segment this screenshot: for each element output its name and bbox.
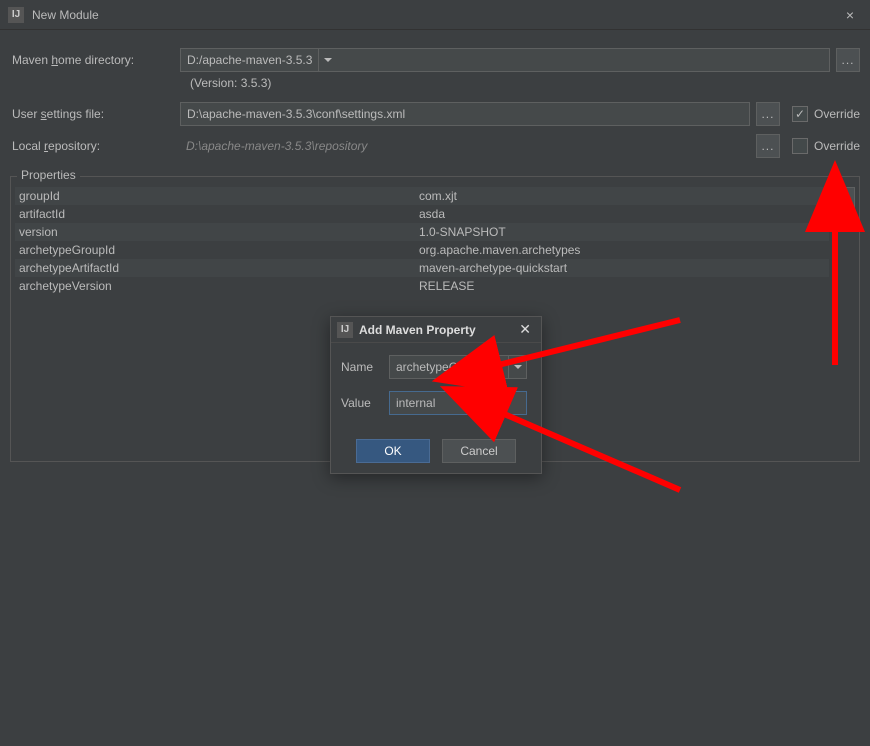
property-value: maven-archetype-quickstart [419,261,825,275]
maven-home-row: Maven home directory: D:/apache-maven-3.… [10,48,860,72]
user-settings-row: User settings file: D:\apache-maven-3.5.… [10,102,860,126]
table-row[interactable]: artifactId asda [15,205,829,223]
window-title: New Module [32,8,838,22]
close-icon[interactable]: × [838,7,862,23]
maven-home-browse-button[interactable]: ... [836,48,860,72]
maven-config-form: Maven home directory: D:/apache-maven-3.… [0,30,870,170]
app-icon: IJ [8,7,24,23]
property-key: groupId [19,189,419,203]
property-value: RELEASE [419,279,825,293]
name-value: archetypeCatalog [396,360,490,374]
dialog-title: Add Maven Property [359,323,515,337]
value-value: internal [396,396,435,410]
table-row[interactable]: groupId com.xjt [15,187,829,205]
user-settings-label: User settings file: [10,107,180,121]
user-settings-input[interactable]: D:\apache-maven-3.5.3\conf\settings.xml [180,102,750,126]
app-icon: IJ [337,322,353,338]
property-value: 1.0-SNAPSHOT [419,225,825,239]
chevron-down-icon[interactable] [508,356,526,378]
user-settings-override-checkbox[interactable] [792,106,808,122]
property-key: version [19,225,419,239]
local-repo-override-checkbox[interactable] [792,138,808,154]
maven-version-note: (Version: 3.5.3) [190,76,860,90]
table-row[interactable]: archetypeVersion RELEASE [15,277,829,295]
chevron-down-icon[interactable] [318,49,336,71]
local-repo-row: Local repository: D:\apache-maven-3.5.3\… [10,134,860,158]
property-key: archetypeVersion [19,279,419,293]
property-key: archetypeGroupId [19,243,419,257]
user-settings-override-label: Override [814,107,860,121]
property-value: org.apache.maven.archetypes [419,243,825,257]
value-input[interactable]: internal [389,391,527,415]
local-repo-label: Local repository: [10,139,180,153]
property-value: asda [419,207,825,221]
maven-home-combo[interactable]: D:/apache-maven-3.5.3 [180,48,830,72]
table-row[interactable]: archetypeArtifactId maven-archetype-quic… [15,259,829,277]
maven-home-value: D:/apache-maven-3.5.3 [187,53,312,67]
table-row[interactable]: version 1.0-SNAPSHOT [15,223,829,241]
local-repo-browse-button[interactable]: ... [756,134,780,158]
titlebar: IJ New Module × [0,0,870,30]
add-maven-property-dialog: IJ Add Maven Property ✕ Name archetypeCa… [330,316,542,474]
user-settings-browse-button[interactable]: ... [756,102,780,126]
ok-button[interactable]: OK [356,439,430,463]
dialog-titlebar: IJ Add Maven Property ✕ [331,317,541,343]
value-label: Value [341,396,389,410]
name-label: Name [341,360,389,374]
property-key: artifactId [19,207,419,221]
name-combo[interactable]: archetypeCatalog [389,355,527,379]
property-value: com.xjt [419,189,825,203]
local-repo-input[interactable]: D:\apache-maven-3.5.3\repository [180,134,750,158]
table-row[interactable]: archetypeGroupId org.apache.maven.archet… [15,241,829,259]
close-icon[interactable]: ✕ [515,321,535,338]
user-settings-value: D:\apache-maven-3.5.3\conf\settings.xml [187,107,405,121]
properties-legend: Properties [17,168,80,182]
add-property-button[interactable]: + [833,187,855,209]
cancel-button[interactable]: Cancel [442,439,516,463]
maven-home-label: Maven home directory: [10,53,180,67]
property-key: archetypeArtifactId [19,261,419,275]
local-repo-value: D:\apache-maven-3.5.3\repository [186,139,367,153]
local-repo-override-label: Override [814,139,860,153]
